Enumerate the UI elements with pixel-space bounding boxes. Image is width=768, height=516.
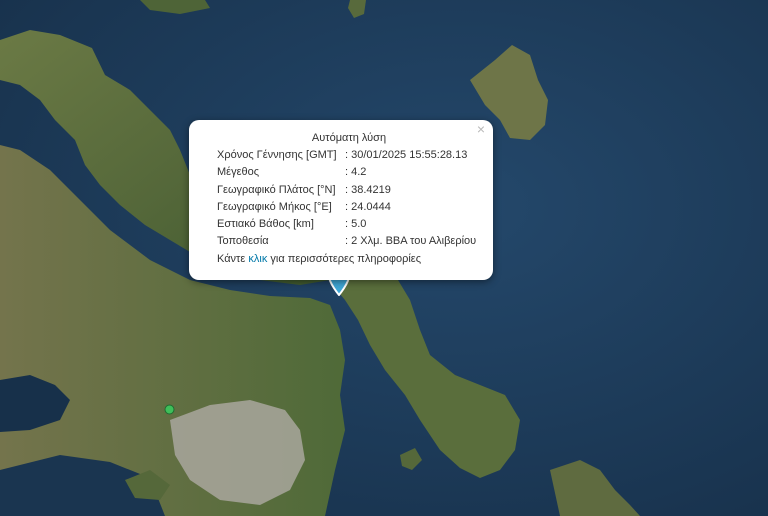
close-icon[interactable]: × xyxy=(474,122,488,136)
row-label: Μέγεθος xyxy=(217,166,260,179)
popup-footer: Κάντε κλικ για περισσότερες πληροφορίες xyxy=(217,251,481,268)
footer-text-after: για περισσότερες πληροφορίες xyxy=(270,252,421,265)
green-dot-icon[interactable] xyxy=(164,404,175,415)
info-row-location: Τοποθεσία 2 Χλμ. ΒΒΑ του Αλιβερίου xyxy=(217,233,481,250)
earthquake-popup: × Αυτόματη λύση Χρόνος Γέννησης [GMT] 30… xyxy=(189,120,493,280)
row-value: 38.4219 xyxy=(345,182,481,199)
more-info-link[interactable]: κλικ xyxy=(248,253,267,265)
info-row-longitude: Γεωγραφικό Μήκος [°E] 24.0444 xyxy=(217,199,481,216)
popup-title: Αυτόματη λύση xyxy=(311,132,387,144)
row-label: Γεωγραφικό Πλάτος [°N] xyxy=(217,183,336,196)
row-label: Χρόνος Γέννησης [GMT] xyxy=(217,149,337,161)
row-label: Εστιακό Βάθος [km] xyxy=(217,218,314,231)
info-row-origin-time: Χρόνος Γέννησης [GMT] 30/01/2025 15:55:2… xyxy=(217,147,481,164)
row-label: Τοποθεσία xyxy=(217,235,269,248)
row-value: 30/01/2025 15:55:28.13 xyxy=(345,147,481,164)
info-row-latitude: Γεωγραφικό Πλάτος [°N] 38.4219 xyxy=(217,182,481,199)
info-row-magnitude: Μέγεθος 4.2 xyxy=(217,164,481,181)
row-value: 4.2 xyxy=(345,164,481,181)
row-value: 2 Χλμ. ΒΒΑ του Αλιβερίου xyxy=(345,233,481,250)
row-label: Γεωγραφικό Μήκος [°E] xyxy=(217,200,332,213)
row-value: 24.0444 xyxy=(345,199,481,216)
info-row-depth: Εστιακό Βάθος [km] 5.0 xyxy=(217,216,481,233)
row-value: 5.0 xyxy=(345,216,481,233)
footer-text-before: Κάντε xyxy=(217,252,246,265)
